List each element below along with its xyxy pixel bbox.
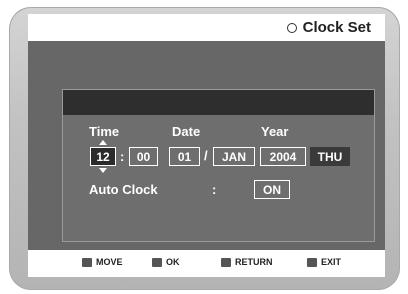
auto-clock-toggle[interactable]: ON	[254, 180, 290, 199]
return-icon	[221, 257, 231, 267]
clock-panel: Time Date Year 12 : 00 01 / JAN 2004 THU…	[62, 89, 375, 242]
page-title: Clock Set	[302, 19, 371, 36]
year-label: Year	[261, 124, 289, 139]
footer-return: RETURN	[221, 257, 273, 267]
enter-icon	[152, 257, 162, 267]
updown-icon	[82, 257, 92, 267]
footer-move-label: MOVE	[96, 257, 123, 267]
date-label: Date	[172, 124, 201, 139]
auto-clock-label: Auto Clock	[89, 182, 158, 197]
circle-icon	[286, 22, 297, 33]
footer-exit-label: EXIT	[321, 257, 342, 267]
footer-exit: EXIT	[307, 257, 341, 267]
footer-ok-label: OK	[166, 257, 180, 267]
osd-screen: Clock Set Time Date Year 12 : 00 01 / JA…	[28, 14, 385, 277]
month-field[interactable]: JAN	[213, 147, 255, 166]
footer-return-label: RETURN	[235, 257, 273, 267]
footer-bar: MOVE OK RETURN EXIT	[28, 250, 385, 277]
weekday-display: THU	[310, 147, 350, 166]
increase-arrow-icon[interactable]	[99, 140, 107, 145]
hour-field[interactable]: 12	[90, 147, 116, 166]
exit-icon	[307, 257, 317, 267]
date-separator: /	[204, 148, 208, 163]
footer-ok: OK	[152, 257, 180, 267]
auto-clock-colon: :	[212, 182, 217, 197]
time-separator: :	[120, 149, 125, 164]
panel-header	[63, 90, 374, 115]
year-field[interactable]: 2004	[260, 147, 306, 166]
minute-field[interactable]: 00	[129, 147, 158, 166]
day-field[interactable]: 01	[169, 147, 200, 166]
footer-move: MOVE	[82, 257, 123, 267]
title-group: Clock Set	[286, 19, 371, 36]
title-bar: Clock Set	[28, 14, 385, 41]
decrease-arrow-icon[interactable]	[99, 168, 107, 173]
time-label: Time	[89, 124, 120, 139]
